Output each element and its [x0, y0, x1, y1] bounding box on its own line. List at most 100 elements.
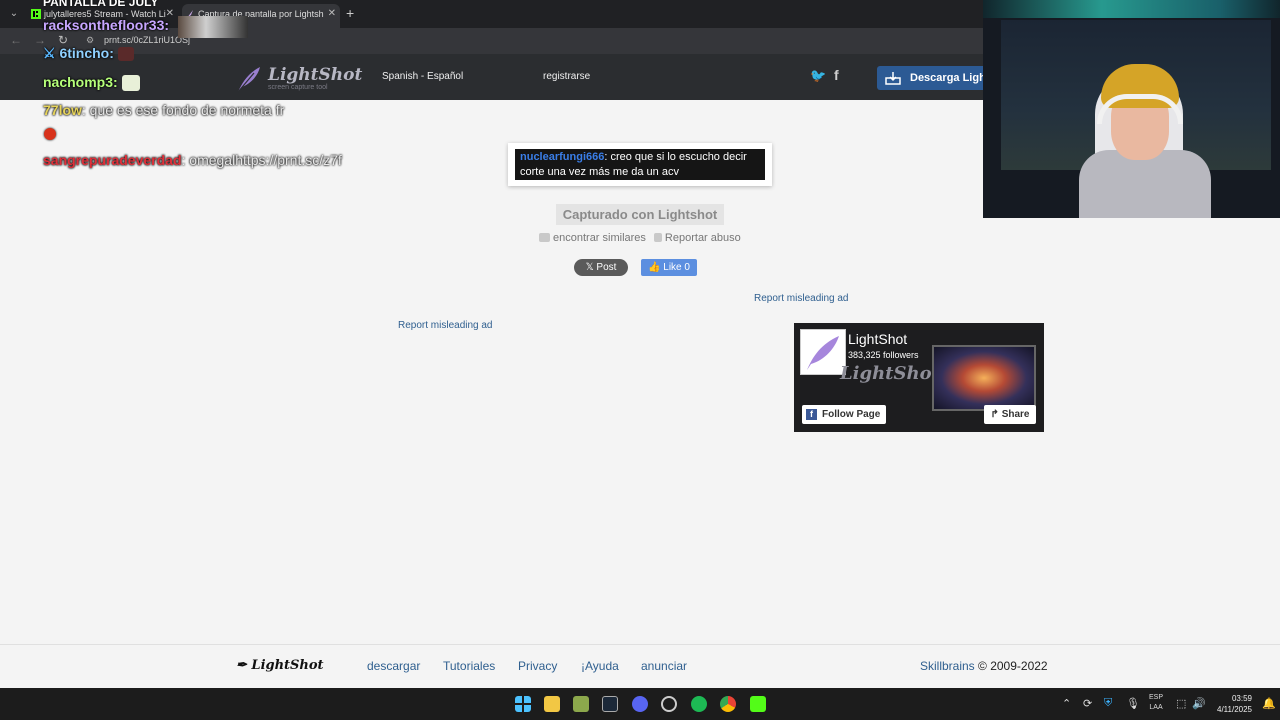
follow-label: Follow Page — [822, 409, 881, 420]
keyboard-language[interactable]: ESP LAA — [1149, 693, 1163, 713]
chat-text: : que es ese fondo de normeta fr — [81, 102, 285, 118]
screenshot-image[interactable]: nuclearfungi666: creo que si lo escucho … — [515, 149, 765, 180]
footer-logo-text: LightShot — [251, 658, 324, 673]
page-name[interactable]: LightShot — [848, 331, 907, 347]
thumbs-up-icon: 👍 — [648, 262, 664, 273]
chrome-icon[interactable] — [720, 696, 736, 712]
facebook-like-button[interactable]: 👍 Like 0 — [641, 259, 697, 276]
feather-logo-icon — [237, 67, 260, 93]
follow-page-button[interactable]: f Follow Page — [802, 405, 886, 424]
notifications-icon[interactable]: 🔔 — [1262, 697, 1276, 710]
lang-layout: LAA — [1149, 704, 1163, 711]
tray-expand-icon[interactable]: ⌃ — [1062, 697, 1071, 710]
close-tab-icon[interactable]: ✕ — [328, 4, 336, 24]
camera-icon — [539, 233, 550, 242]
report-abuse-link[interactable]: Reportar abuso — [665, 232, 741, 244]
screenshot-nick: nuclearfungi666 — [520, 151, 605, 163]
footer-link-advertise[interactable]: anunciar — [641, 659, 687, 673]
red-circle-emote-icon — [44, 128, 56, 140]
feather-icon: ✒ — [236, 658, 252, 673]
find-similar-link[interactable]: encontrar similares — [553, 232, 646, 244]
twitter-icon[interactable]: 🐦 — [810, 68, 826, 84]
sync-icon[interactable]: ⟳ — [1083, 697, 1092, 710]
chat-username: racksonthefloor33: — [43, 17, 170, 33]
trash-icon — [653, 233, 662, 242]
chat-text: : omegalhttps://prnt.sc/z7f — [181, 152, 342, 168]
chat-username: 77low — [43, 102, 82, 118]
microphone-icon[interactable]: 🎙 — [1126, 697, 1140, 710]
chat-message: nachomp3: — [43, 74, 140, 92]
kick-icon[interactable] — [750, 696, 766, 712]
clock-date: 4/11/2025 — [1217, 705, 1252, 714]
chat-username: 6tincho: — [59, 45, 114, 61]
report-misleading-ad-link[interactable]: Report misleading ad — [398, 320, 493, 331]
chat-message: 77low: que es ese fondo de normeta fr — [43, 102, 284, 118]
report-misleading-ad-link[interactable]: Report misleading ad — [754, 293, 849, 304]
led-light-strip — [983, 0, 1280, 18]
language-selector[interactable]: Spanish - Español — [382, 71, 463, 82]
logo-tagline: screen capture tool — [268, 84, 328, 91]
share-icon: ↱ — [990, 409, 1002, 420]
footer-link-privacy[interactable]: Privacy — [518, 659, 557, 673]
like-label: Like 0 — [663, 262, 690, 273]
chat-message: racksonthefloor33: — [43, 17, 169, 33]
kick-favicon-icon — [31, 9, 41, 19]
lightshot-header: LightShot screen capture tool Spanish - … — [0, 54, 983, 100]
file-explorer-icon[interactable] — [544, 696, 560, 712]
stream-preview-thumbnail — [178, 16, 248, 38]
cover-logo: LightShot — [840, 363, 940, 384]
chat-message: sangrepuradeverdad: omegalhttps://prnt.s… — [43, 152, 342, 168]
headphones — [1097, 94, 1183, 124]
download-icon — [885, 72, 901, 85]
tab-search-dropdown[interactable]: ⌄ — [6, 6, 22, 22]
clock-time: 03:59 — [1231, 694, 1252, 703]
screenshot-image-frame[interactable]: nuclearfungi666: creo que si lo escucho … — [508, 143, 772, 186]
discord-icon[interactable] — [632, 696, 648, 712]
steam-icon[interactable] — [602, 696, 618, 712]
copyright: Skillbrains © 2009-2022 — [920, 659, 1048, 673]
footer-logo[interactable]: ✒ LightShot — [236, 658, 324, 673]
page-footer: ✒ LightShot descargar Tutoriales Privacy… — [0, 644, 1280, 688]
facebook-icon: f — [806, 409, 817, 420]
webcam-overlay — [983, 0, 1280, 218]
chat-username: nachomp3: — [43, 74, 118, 90]
windows-taskbar: ⌃ ⟳ ⛨ 🎙 ESP LAA ⬚ 🔊 03:59 4/11/2025 🔔 — [0, 688, 1280, 720]
lightshot-logo[interactable]: LightShot — [268, 65, 362, 85]
footer-link-download[interactable]: descargar — [367, 659, 420, 673]
volume-icon[interactable]: 🔊 — [1192, 697, 1206, 710]
spotify-icon[interactable] — [691, 696, 707, 712]
share-button[interactable]: ↱ Share — [984, 405, 1036, 424]
facebook-icon[interactable]: f — [834, 67, 839, 83]
feather-logo-icon — [807, 336, 839, 370]
obs-icon[interactable] — [661, 696, 677, 712]
chat-username: sangrepuradeverdad — [43, 152, 182, 168]
system-clock[interactable]: 03:59 4/11/2025 — [1212, 693, 1252, 715]
cup-emote-icon — [121, 75, 140, 92]
follower-count: 383,325 followers — [848, 350, 919, 360]
new-tab-button[interactable]: + — [346, 5, 354, 21]
x-logo-icon: 𝕏 — [585, 262, 597, 273]
copyright-years: © 2009-2022 — [974, 659, 1048, 673]
minecraft-icon[interactable] — [573, 696, 589, 712]
emote-icon — [117, 47, 134, 62]
x-post-label: Post — [596, 262, 617, 273]
cover-galaxy-image — [932, 345, 1036, 411]
download-button[interactable]: Descarga Light — [877, 66, 983, 90]
skillbrains-link[interactable]: Skillbrains — [920, 659, 975, 673]
chat-message: ⚔ 6tincho: — [43, 45, 134, 62]
facebook-page-widget[interactable]: LightShot 383,325 followers LightShot f … — [794, 323, 1044, 432]
x-post-button[interactable]: 𝕏 Post — [574, 259, 628, 276]
footer-link-tutorials[interactable]: Tutoriales — [443, 659, 495, 673]
lang-code: ESP — [1149, 694, 1164, 701]
network-icon[interactable]: ⬚ — [1176, 697, 1186, 710]
back-arrow-icon[interactable]: ← — [10, 33, 22, 47]
share-label: Share — [1001, 409, 1030, 420]
captured-with-label: Capturado con Lightshot — [556, 204, 724, 225]
defender-icon[interactable]: ⛨ — [1104, 697, 1112, 710]
register-link[interactable]: registrarse — [543, 71, 590, 82]
sword-badge-icon: ⚔ — [43, 45, 56, 61]
footer-link-help[interactable]: ¡Ayuda — [581, 659, 619, 673]
image-actions: encontrar similares Reportar abuso — [539, 232, 741, 244]
stream-overlay-title: PANTALLA DE JULY — [43, 0, 159, 9]
windows-start-icon[interactable] — [515, 696, 531, 712]
